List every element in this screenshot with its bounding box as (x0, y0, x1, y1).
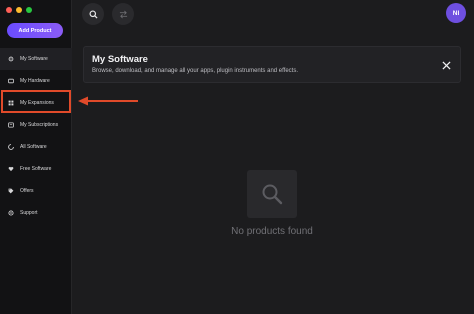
filter-button[interactable] (112, 3, 134, 25)
sidebar-item-free-software[interactable]: Free Software (0, 158, 72, 180)
sidebar-item-label: My Software (20, 56, 48, 62)
banner-subtitle: Browse, download, and manage all your ap… (92, 68, 299, 74)
close-icon (441, 60, 451, 70)
search-button[interactable] (82, 3, 104, 25)
heart-icon (8, 166, 14, 172)
sidebar: Add Product My Software My Hardware My E… (0, 0, 72, 314)
search-icon (262, 184, 283, 205)
sidebar-item-support[interactable]: Support (0, 202, 72, 224)
zoom-window-button[interactable] (26, 7, 32, 13)
subscriptions-icon (8, 122, 14, 128)
sidebar-item-my-subscriptions[interactable]: My Subscriptions (0, 114, 72, 136)
banner-title: My Software (92, 54, 148, 65)
info-banner: My Software Browse, download, and manage… (83, 46, 461, 83)
annotation-arrow-icon (78, 96, 138, 106)
sidebar-item-offers[interactable]: Offers (0, 180, 72, 202)
empty-state-illustration (247, 170, 297, 218)
sidebar-nav: My Software My Hardware My Expansions My… (0, 48, 72, 224)
minimize-window-button[interactable] (16, 7, 22, 13)
sidebar-item-label: All Software (20, 144, 47, 150)
window-controls (6, 7, 32, 13)
sidebar-item-label: My Subscriptions (20, 122, 59, 128)
avatar[interactable]: NI (446, 3, 466, 23)
close-window-button[interactable] (6, 7, 12, 13)
sidebar-item-my-hardware[interactable]: My Hardware (0, 70, 72, 92)
banner-close-button[interactable] (440, 59, 452, 71)
sidebar-item-my-software[interactable]: My Software (0, 48, 72, 70)
sort-icon (119, 10, 127, 18)
add-product-button[interactable]: Add Product (7, 23, 63, 38)
software-icon (8, 56, 14, 62)
support-icon (8, 210, 14, 216)
annotation-highlight-box (1, 90, 71, 113)
sidebar-item-label: Free Software (20, 166, 52, 172)
sidebar-item-all-software[interactable]: All Software (0, 136, 72, 158)
tag-icon (8, 188, 14, 194)
search-icon (88, 9, 98, 19)
sidebar-item-label: Support (20, 210, 38, 216)
sidebar-item-label: Offers (20, 188, 34, 194)
all-software-icon (8, 144, 14, 150)
hardware-icon (8, 78, 14, 84)
sidebar-item-label: My Hardware (20, 78, 50, 84)
empty-state-message: No products found (231, 226, 313, 237)
